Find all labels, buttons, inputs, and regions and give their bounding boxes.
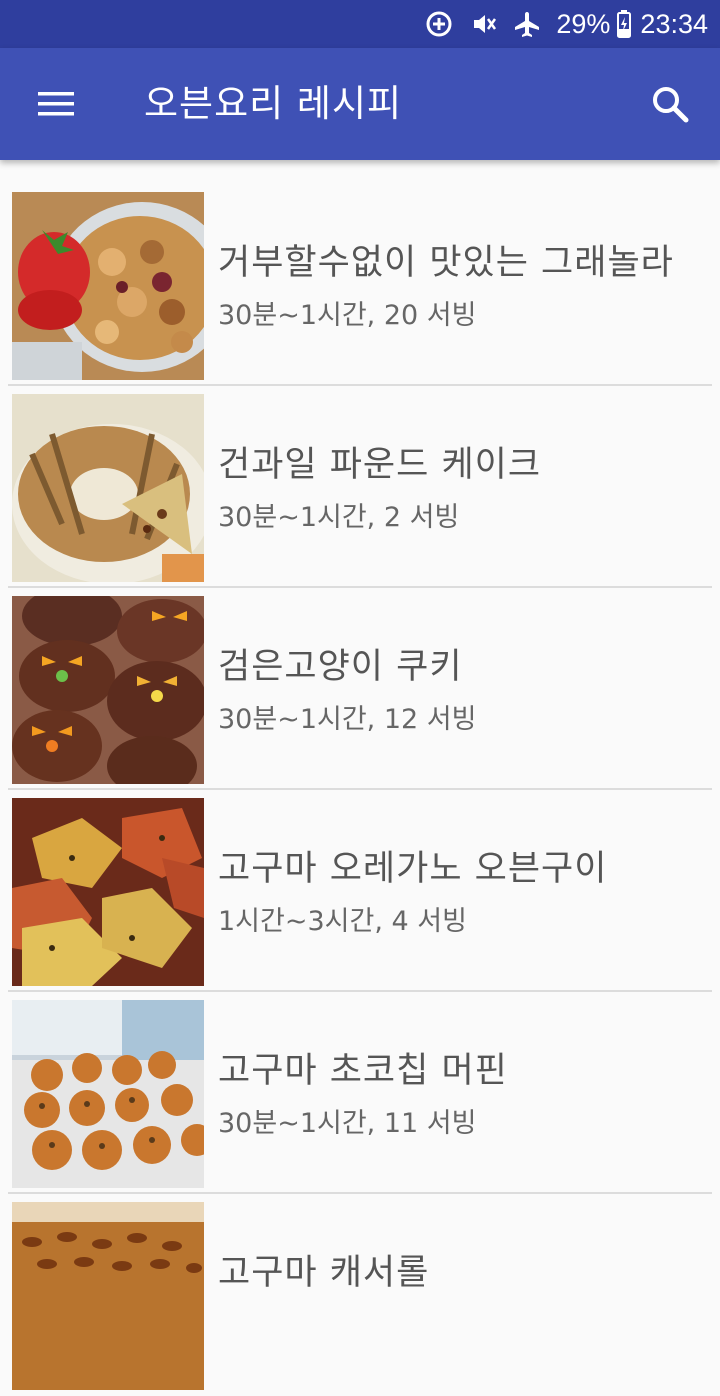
recipe-name: 고구마 오레가노 오븐구이: [218, 849, 608, 889]
search-icon: [653, 87, 689, 123]
recipe-thumbnail: [12, 596, 204, 784]
page-title: 오븐요리 레시피: [144, 82, 403, 125]
vibrate-mute-icon: [468, 9, 498, 39]
recipe-thumbnail: [12, 1000, 204, 1188]
battery-percent: 29%: [556, 8, 611, 39]
recipe-meta: 30분~1시간, 11 서빙: [218, 1108, 477, 1139]
recipe-thumbnail: [12, 192, 204, 380]
status-bar: 29% 23:34: [0, 0, 720, 48]
menu-button[interactable]: [28, 76, 84, 132]
recipe-meta: 1시간~3시간, 4 서빙: [218, 906, 467, 937]
clock: 23:34: [640, 8, 708, 39]
recipe-item[interactable]: 고구마 오레가노 오븐구이 1시간~3시간, 4 서빙: [8, 792, 712, 992]
recipe-name: 건과일 파운드 케이크: [218, 445, 542, 485]
recipe-name: 고구마 캐서롤: [218, 1253, 430, 1293]
recipe-item[interactable]: 고구마 캐서롤: [8, 1196, 712, 1396]
recipe-name: 거부할수없이 맛있는 그래놀라: [218, 243, 674, 283]
recipe-name: 고구마 초코칩 머핀: [218, 1051, 508, 1091]
recipe-meta: 30분~1시간, 2 서빙: [218, 502, 460, 533]
recipe-thumbnail: [12, 1202, 204, 1390]
recipe-item[interactable]: 검은고양이 쿠키 30분~1시간, 12 서빙: [8, 590, 712, 790]
recipe-item[interactable]: 건과일 파운드 케이크 30분~1시간, 2 서빙: [8, 388, 712, 588]
app-bar: 오븐요리 레시피: [0, 48, 720, 160]
recipe-name: 검은고양이 쿠키: [218, 647, 463, 687]
hamburger-menu-icon: [38, 92, 74, 116]
airplane-icon: [512, 9, 542, 39]
recipe-meta: 30분~1시간, 20 서빙: [218, 300, 477, 331]
search-button[interactable]: [642, 76, 698, 132]
recipe-item[interactable]: 고구마 초코칩 머핀 30분~1시간, 11 서빙: [8, 994, 712, 1194]
battery-charging-icon: [616, 10, 632, 38]
recipe-thumbnail: [12, 798, 204, 986]
data-saver-icon: [424, 9, 454, 39]
recipe-thumbnail: [12, 394, 204, 582]
recipe-meta: 30분~1시간, 12 서빙: [218, 704, 477, 735]
recipe-item[interactable]: 거부할수없이 맛있는 그래놀라 30분~1시간, 20 서빙: [8, 186, 712, 386]
